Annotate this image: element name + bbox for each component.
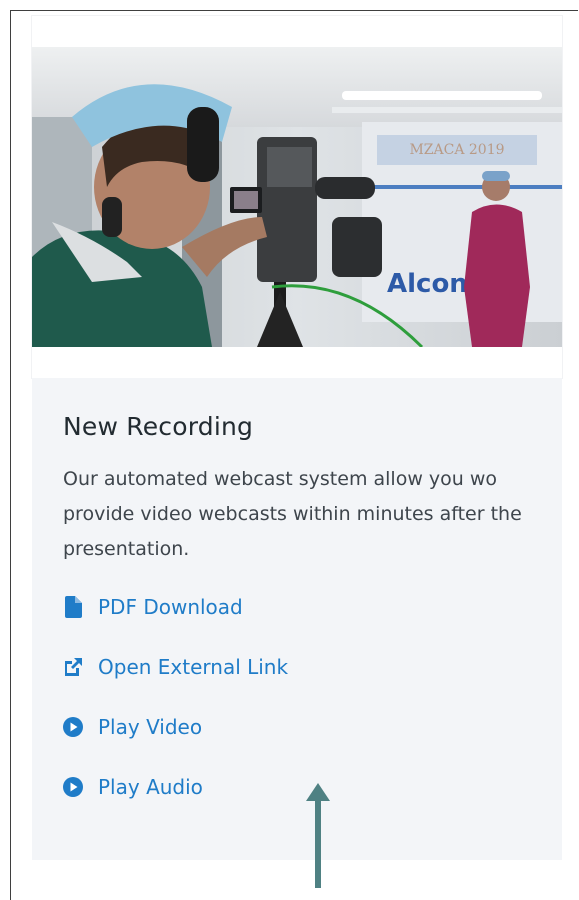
open-external-link[interactable]: Open External Link [62,655,288,679]
play-audio-link[interactable]: Play Audio [62,775,203,799]
recording-title: New Recording [63,412,254,441]
play-video-label: Play Video [98,715,203,739]
file-icon [62,596,84,618]
pdf-download-label: PDF Download [98,595,243,619]
play-circle-icon [62,776,84,798]
banner-text: MZACA 2019 [409,142,504,158]
open-external-link-label: Open External Link [98,655,289,679]
recording-description: Our automated webcast system allow you w… [63,468,522,560]
play-video-link[interactable]: Play Video [62,715,202,739]
pdf-download-link[interactable]: PDF Download [62,595,243,619]
wall-logo-text: Alcon [387,269,468,299]
play-audio-label: Play Audio [98,775,203,799]
play-circle-icon [62,716,84,738]
up-arrow-annotation [306,783,330,888]
recording-thumbnail[interactable]: MZACA 2019 Alcon [32,47,562,347]
external-link-icon [62,656,84,678]
